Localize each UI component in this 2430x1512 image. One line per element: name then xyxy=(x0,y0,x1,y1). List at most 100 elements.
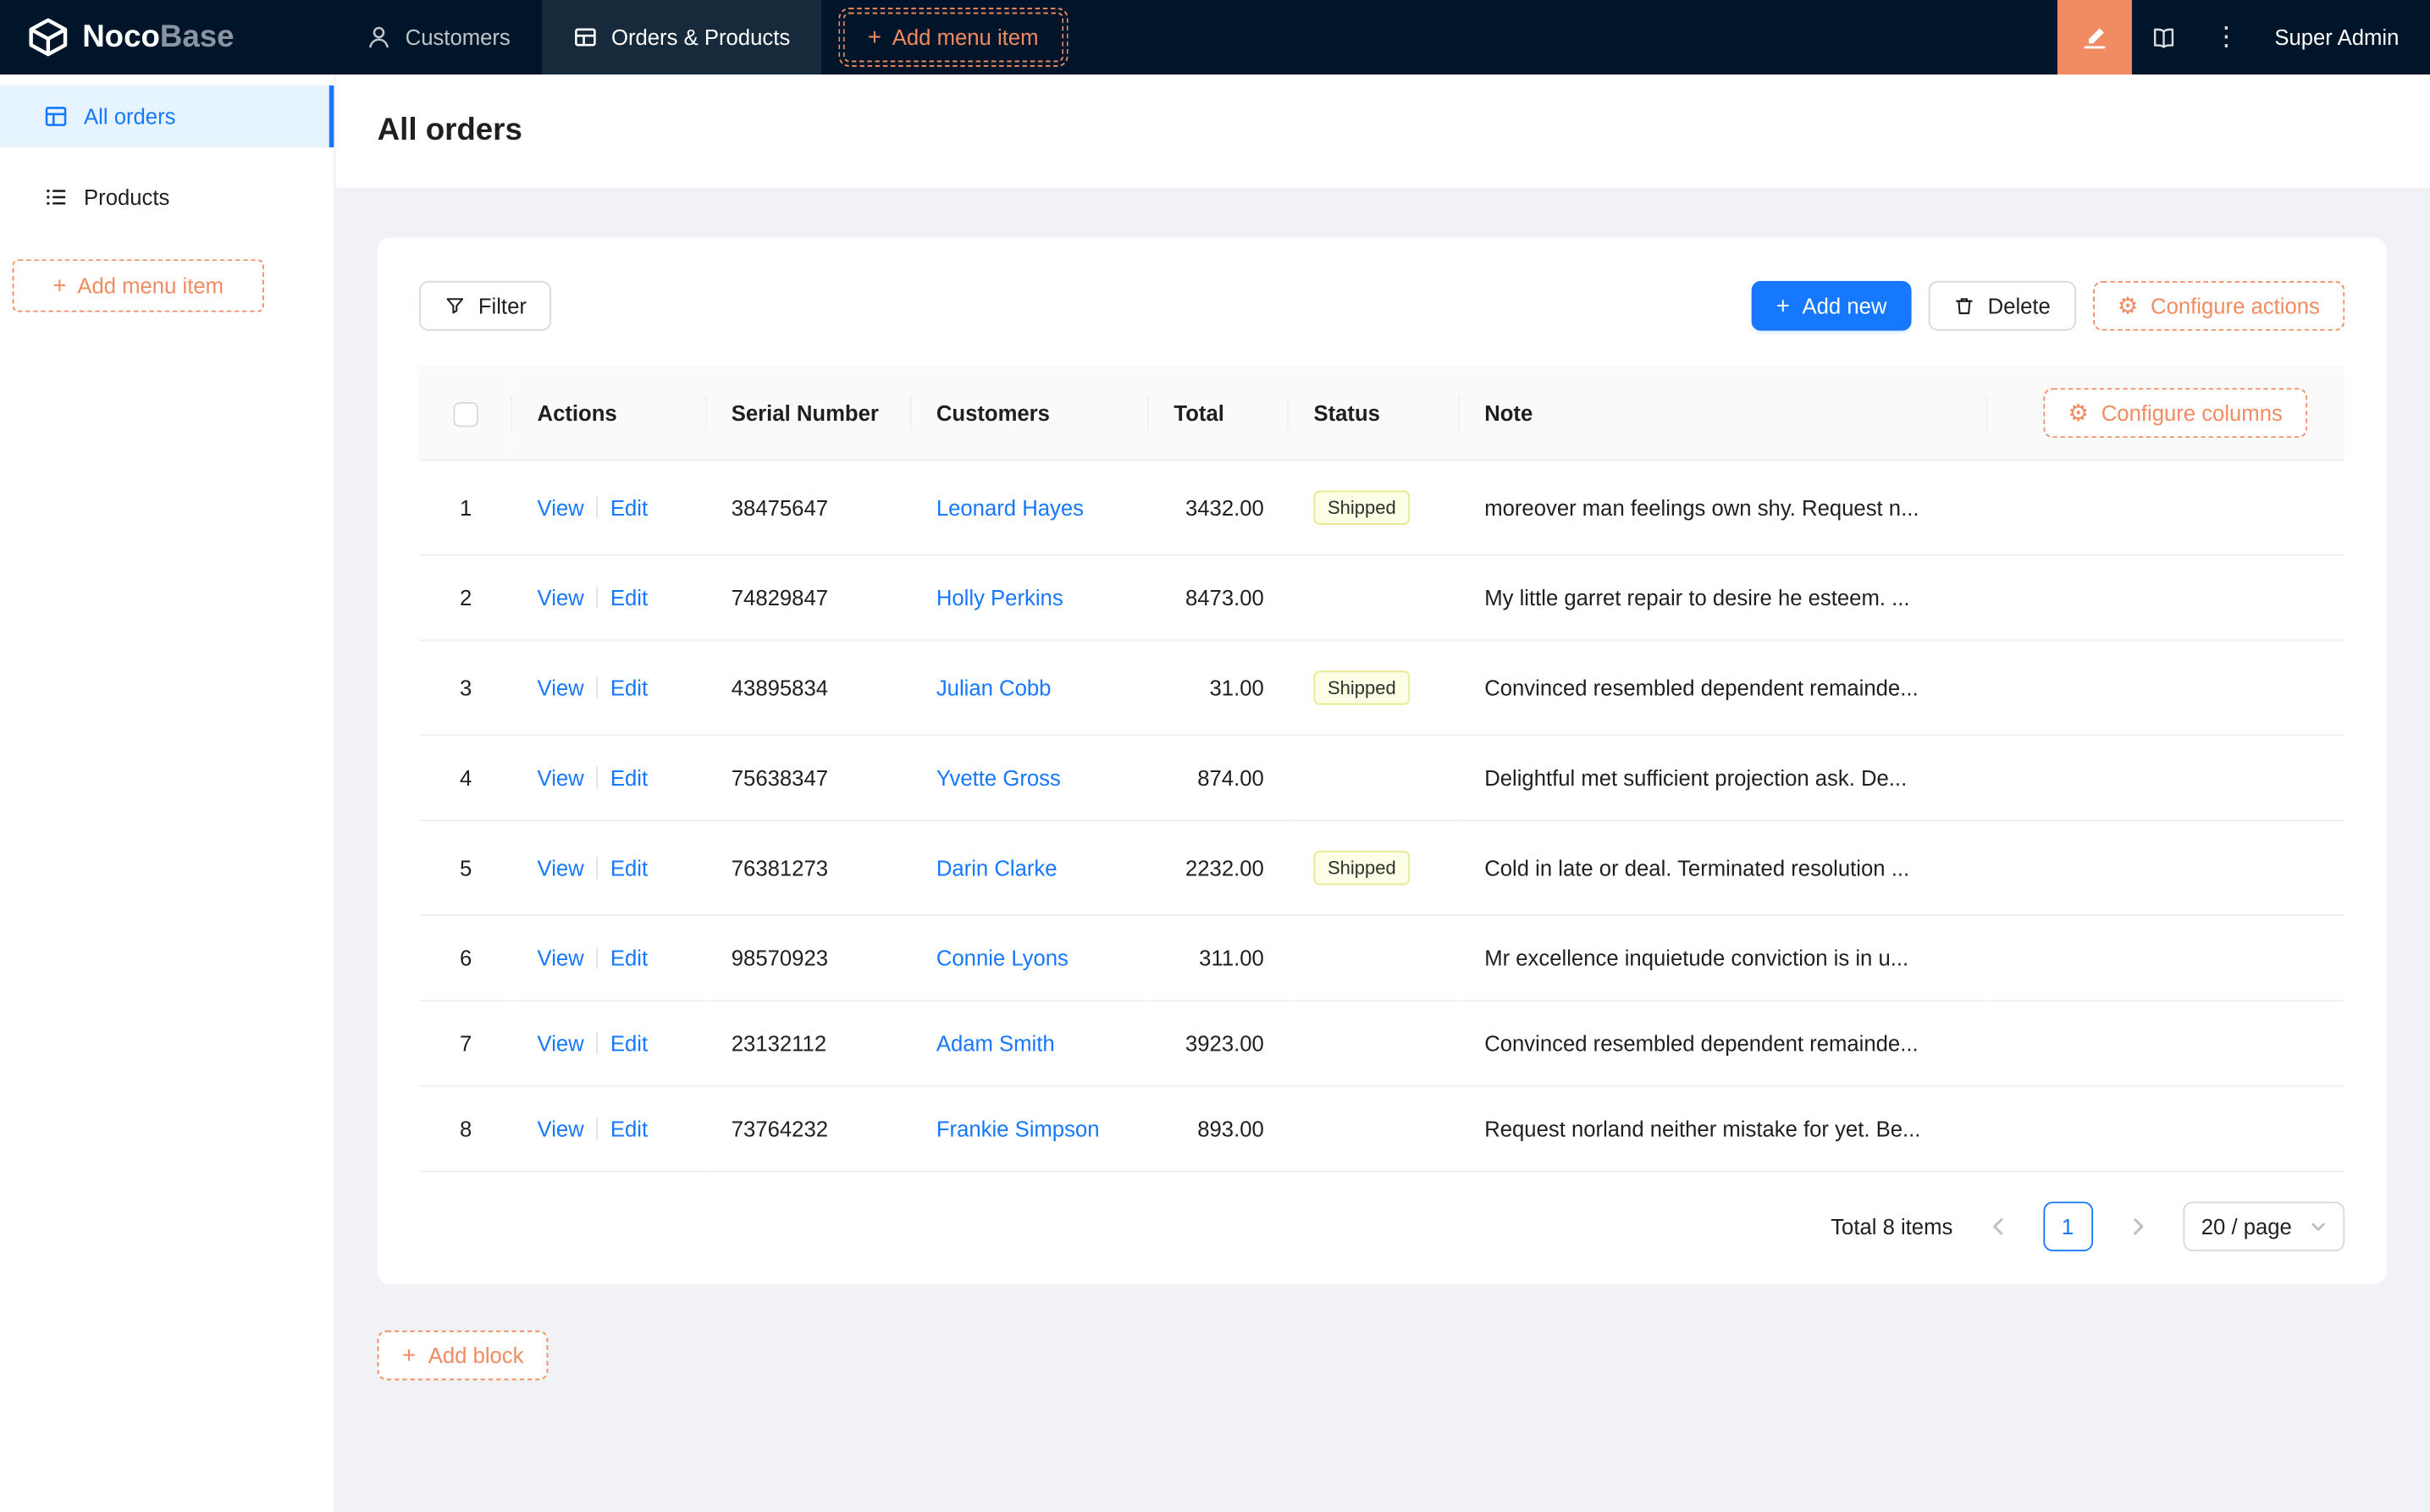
table-row[interactable]: 1 ViewEdit 38475647 Leonard Hayes 3432.0… xyxy=(419,461,2344,555)
gear-icon: ⚙ xyxy=(2068,401,2089,425)
select-all-header xyxy=(419,367,512,461)
configure-columns-header: ⚙ Configure columns xyxy=(1987,367,2344,461)
divider xyxy=(596,677,598,699)
top-menu-item-customers[interactable]: Customers xyxy=(335,0,541,74)
row-index: 2 xyxy=(419,555,512,641)
page-title: All orders xyxy=(378,113,522,149)
top-navbar: NocoBase Customers O xyxy=(0,0,2430,74)
actions-cell: View Edit xyxy=(512,1001,706,1086)
orders-table-block: Filter + Add new xyxy=(378,238,2387,1284)
add-menu-item-button-top[interactable]: + Add menu item xyxy=(843,13,1063,63)
chevron-down-icon xyxy=(2311,1221,2326,1232)
table-row[interactable]: 8 ViewEdit 73764232 Frankie Simpson 893.… xyxy=(419,1086,2344,1172)
view-link[interactable]: View xyxy=(538,676,584,700)
row-index: 8 xyxy=(419,1086,512,1172)
divider xyxy=(596,587,598,609)
add-new-button[interactable]: + Add new xyxy=(1751,281,1911,331)
view-link[interactable]: View xyxy=(538,855,584,880)
table-row[interactable]: 7 ViewEdit 23132112 Adam Smith 3923.00 C… xyxy=(419,1001,2344,1086)
sidebar-item-products[interactable]: Products xyxy=(0,166,334,228)
book-icon[interactable] xyxy=(2132,0,2197,74)
actions-cell: View Edit xyxy=(512,915,706,1001)
note-cell: Delightful met sufficient projection ask… xyxy=(1460,735,1988,820)
table-row[interactable]: 5 ViewEdit 76381273 Darin Clarke 2232.00… xyxy=(419,820,2344,915)
customer-link[interactable]: Darin Clarke xyxy=(936,855,1058,880)
next-page-button[interactable] xyxy=(2112,1201,2162,1251)
user-menu[interactable]: Super Admin xyxy=(2256,25,2430,49)
customer-link[interactable]: Frankie Simpson xyxy=(936,1117,1100,1141)
add-block-button[interactable]: + Add block xyxy=(378,1331,549,1381)
filter-button[interactable]: Filter xyxy=(419,281,551,331)
page-1-button[interactable]: 1 xyxy=(2043,1201,2093,1251)
customer-link[interactable]: Leonard Hayes xyxy=(936,495,1084,520)
empty-cell xyxy=(1987,461,2344,555)
page-header: All orders xyxy=(335,74,2430,188)
select-all-checkbox[interactable] xyxy=(453,401,478,426)
pagination-total: Total 8 items xyxy=(1831,1214,1952,1239)
page-size-select[interactable]: 20 / page xyxy=(2183,1201,2344,1251)
view-link[interactable]: View xyxy=(538,1031,584,1056)
column-header-total: Total xyxy=(1149,367,1289,461)
plus-icon: + xyxy=(1776,295,1790,318)
view-link[interactable]: View xyxy=(538,1117,584,1141)
customer-link[interactable]: Julian Cobb xyxy=(936,676,1052,700)
delete-button[interactable]: Delete xyxy=(1929,281,2075,331)
orders-table: Actions Serial Number Customers Total St… xyxy=(419,367,2344,1173)
total-cell: 31.00 xyxy=(1149,640,1289,735)
row-index: 7 xyxy=(419,1001,512,1086)
view-link[interactable]: View xyxy=(538,495,584,520)
edit-link[interactable]: Edit xyxy=(610,495,648,520)
sidebar-item-label: Products xyxy=(84,185,169,209)
column-header-status: Status xyxy=(1289,367,1460,461)
edit-link[interactable]: Edit xyxy=(610,676,648,700)
note-cell: moreover man feelings own shy. Request n… xyxy=(1460,461,1988,555)
table-icon xyxy=(572,25,597,49)
table-row[interactable]: 3 ViewEdit 43895834 Julian Cobb 31.00 Sh… xyxy=(419,640,2344,735)
view-link[interactable]: View xyxy=(538,765,584,790)
table-row[interactable]: 6 ViewEdit 98570923 Connie Lyons 311.00 … xyxy=(419,915,2344,1001)
customer-link[interactable]: Connie Lyons xyxy=(936,946,1069,970)
configure-columns-button[interactable]: ⚙ Configure columns xyxy=(2043,388,2307,438)
status-tag: Shipped xyxy=(1313,670,1410,704)
plus-icon: + xyxy=(868,25,881,49)
customer-link[interactable]: Yvette Gross xyxy=(936,765,1061,790)
note-cell: Cold in late or deal. Terminated resolut… xyxy=(1460,820,1988,915)
brand-logo[interactable]: NocoBase xyxy=(0,0,335,74)
configure-actions-button[interactable]: ⚙ Configure actions xyxy=(2092,281,2344,331)
sidebar-item-all-orders[interactable]: All orders xyxy=(0,86,334,147)
customer-link[interactable]: Holly Perkins xyxy=(936,585,1063,610)
filter-icon xyxy=(444,295,466,317)
topbar-right: ⋮ Super Admin xyxy=(2057,0,2430,74)
highlighter-icon xyxy=(2080,24,2108,52)
add-menu-item-button-sidebar[interactable]: + Add menu item xyxy=(13,259,264,312)
table-row[interactable]: 4 ViewEdit 75638347 Yvette Gross 874.00 … xyxy=(419,735,2344,820)
view-link[interactable]: View xyxy=(538,946,584,970)
edit-link[interactable]: Edit xyxy=(610,855,648,880)
edit-link[interactable]: Edit xyxy=(610,585,648,610)
note-cell: Request norland neither mistake for yet.… xyxy=(1460,1086,1988,1172)
actions-cell: View Edit xyxy=(512,461,706,555)
row-index: 5 xyxy=(419,820,512,915)
nocobase-logo-icon xyxy=(28,17,69,58)
empty-cell xyxy=(1987,820,2344,915)
column-header-serial: Serial Number xyxy=(706,367,911,461)
top-menu-item-orders-products[interactable]: Orders & Products xyxy=(541,0,820,74)
edit-link[interactable]: Edit xyxy=(610,946,648,970)
prev-page-button[interactable] xyxy=(1973,1201,2023,1251)
serial-cell: 23132112 xyxy=(706,1001,911,1086)
view-link[interactable]: View xyxy=(538,585,584,610)
ui-editor-button[interactable] xyxy=(2057,0,2132,74)
edit-link[interactable]: Edit xyxy=(610,765,648,790)
customer-cell: Yvette Gross xyxy=(911,735,1149,820)
pagination: Total 8 items 1 20 / page xyxy=(419,1200,2344,1253)
customer-cell: Julian Cobb xyxy=(911,640,1149,735)
total-cell: 8473.00 xyxy=(1149,555,1289,641)
more-menu-icon[interactable]: ⋮ xyxy=(2197,0,2256,74)
edit-link[interactable]: Edit xyxy=(610,1031,648,1056)
divider xyxy=(596,857,598,879)
customer-link[interactable]: Adam Smith xyxy=(936,1031,1055,1056)
customer-cell: Adam Smith xyxy=(911,1001,1149,1086)
edit-link[interactable]: Edit xyxy=(610,1117,648,1141)
divider xyxy=(596,497,598,519)
table-row[interactable]: 2 ViewEdit 74829847 Holly Perkins 8473.0… xyxy=(419,555,2344,641)
